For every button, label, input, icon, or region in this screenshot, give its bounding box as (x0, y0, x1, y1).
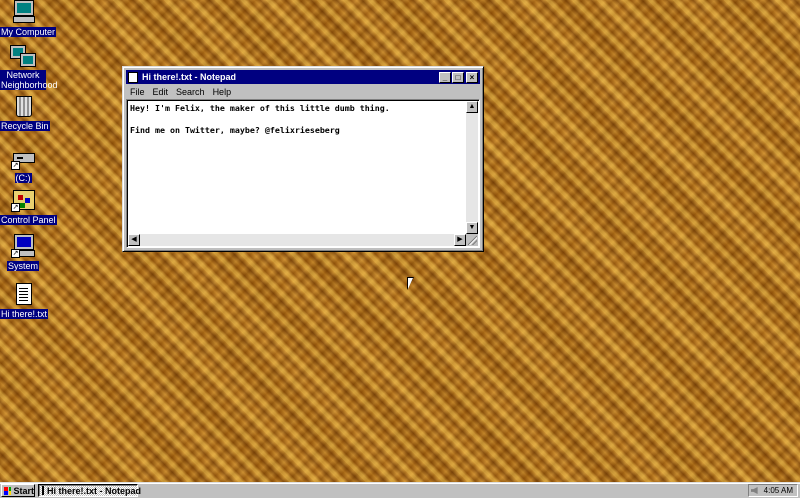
start-button[interactable]: Start (1, 484, 35, 497)
resize-grip-icon[interactable] (466, 234, 478, 246)
minimize-button[interactable]: _ (439, 71, 451, 83)
close-button[interactable]: × (466, 71, 478, 83)
my-computer-icon (11, 0, 35, 24)
notepad-titlebar[interactable]: Hi there!.txt - Notepad _ □ × (126, 70, 480, 84)
desktop-icon-network-neighborhood[interactable]: Network Neighborhood (0, 44, 58, 91)
desktop-icon-label: My Computer (0, 27, 57, 37)
control-panel-icon: ↗ (11, 188, 35, 212)
window-title: Hi there!.txt - Notepad (142, 72, 237, 82)
close-icon: × (469, 72, 475, 82)
arrow-down-icon: ▼ (468, 224, 476, 231)
clock[interactable]: 4:05 AM (764, 486, 793, 495)
taskbar: Start Hi there!.txt - Notepad 4:05 AM (0, 482, 800, 498)
desktop-icon-label: Hi there!.txt (0, 309, 49, 319)
scroll-left-button[interactable]: ◀ (128, 234, 140, 246)
recycle-bin-icon (11, 94, 35, 118)
network-neighborhood-icon (11, 44, 35, 68)
desktop-icon-label: System (6, 261, 39, 271)
desktop-icon-control-panel[interactable]: ↗ Control Panel (0, 188, 57, 226)
minimize-icon: _ (442, 72, 448, 82)
text-file-icon (11, 282, 35, 306)
desktop-icon-system[interactable]: ↗ System (0, 234, 46, 272)
desktop-icon-my-computer[interactable]: My Computer (0, 0, 57, 38)
vertical-scrollbar[interactable]: ▲ ▼ (466, 101, 478, 234)
desktop: My Computer Network Neighborhood Recycle… (0, 0, 800, 482)
arrow-right-icon: ▶ (457, 236, 463, 243)
shortcut-arrow-icon: ↗ (11, 203, 20, 212)
shortcut-arrow-icon: ↗ (11, 161, 20, 170)
taskbar-button-notepad[interactable]: Hi there!.txt - Notepad (38, 484, 142, 497)
start-label: Start (13, 485, 34, 496)
scroll-right-button[interactable]: ▶ (454, 234, 466, 246)
text-editor[interactable]: Hey! I'm Felix, the maker of this little… (126, 99, 480, 248)
desktop-icon-label: Recycle Bin (0, 121, 50, 131)
menu-help[interactable]: Help (209, 87, 236, 97)
menu-edit[interactable]: Edit (149, 87, 173, 97)
speaker-icon[interactable] (750, 487, 758, 494)
system-icon: ↗ (11, 234, 35, 258)
desktop-icon-recycle-bin[interactable]: Recycle Bin (0, 94, 50, 132)
windows-logo-icon (4, 486, 12, 495)
menu-search[interactable]: Search (172, 87, 209, 97)
desktop-icon-hi-there-txt[interactable]: Hi there!.txt (0, 282, 49, 320)
desktop-icon-label: Control Panel (0, 215, 57, 225)
scroll-up-button[interactable]: ▲ (466, 101, 478, 113)
menu-file[interactable]: File (126, 87, 149, 97)
maximize-icon: □ (455, 72, 461, 82)
document-text[interactable]: Hey! I'm Felix, the maker of this little… (129, 102, 465, 233)
arrow-left-icon: ◀ (131, 236, 137, 243)
notepad-window[interactable]: Hi there!.txt - Notepad _ □ × File Edit … (122, 66, 484, 252)
taskbar-button-label: Hi there!.txt - Notepad (47, 485, 142, 496)
desktop-icon-label: (C:) (14, 173, 32, 183)
drive-icon: ↗ (11, 146, 35, 170)
desktop-icon-drive-c[interactable]: ↗ (C:) (0, 146, 46, 184)
horizontal-scrollbar[interactable]: ◀ ▶ (128, 234, 466, 246)
desktop-icon-label: Network Neighborhood (0, 70, 58, 90)
shortcut-arrow-icon: ↗ (11, 249, 20, 258)
menubar: File Edit Search Help (126, 84, 480, 99)
maximize-button[interactable]: □ (452, 71, 464, 83)
system-tray: 4:05 AM (748, 484, 798, 497)
scroll-down-button[interactable]: ▼ (466, 222, 478, 234)
notepad-icon (42, 486, 44, 495)
notepad-icon[interactable] (128, 71, 138, 83)
mouse-cursor-icon (407, 277, 414, 290)
arrow-up-icon: ▲ (468, 103, 476, 110)
